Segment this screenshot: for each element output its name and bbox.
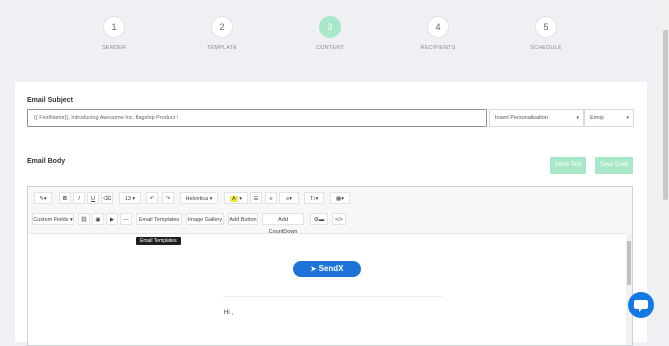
table-icon[interactable]: ▦▾ bbox=[330, 192, 350, 204]
progress-stepper: 1 SENDER 2 TEMPLATE 3 CONTENT 4 RECIPIEN… bbox=[0, 0, 669, 60]
tooltip: Email Templates bbox=[136, 237, 181, 245]
font-family-value: Helvetica bbox=[185, 196, 209, 202]
image-gallery-button[interactable]: Image Gallery bbox=[186, 213, 224, 225]
eraser-icon[interactable]: ⌫ bbox=[101, 192, 113, 204]
page-scrollbar[interactable] bbox=[662, 0, 669, 324]
text-color-icon[interactable]: A ▾ bbox=[224, 192, 248, 204]
editor-scrollbar[interactable] bbox=[626, 233, 632, 345]
video-icon[interactable]: ▶ bbox=[106, 213, 118, 225]
step-number: 1 bbox=[103, 16, 125, 38]
step-label: SCHEDULE bbox=[530, 45, 562, 51]
step-number: 4 bbox=[427, 16, 449, 38]
greeting-text[interactable]: Hi , bbox=[224, 310, 233, 316]
editor-toolbar: ✎▾ B I U ⌫ 13 ▾ ↶ ↷ Helvetica ▾ A ▾ ☰ ≡ … bbox=[28, 187, 632, 235]
logo-arrow-icon: ➤ bbox=[310, 266, 317, 273]
content-card: Email Subject {{ FirstName}}, Introducin… bbox=[15, 82, 647, 346]
send-test-button[interactable]: Send Test bbox=[550, 157, 586, 174]
select-value: Insert Personalisation bbox=[495, 115, 548, 121]
step-content[interactable]: 3 CONTENT bbox=[290, 16, 370, 51]
emoji-select[interactable]: Emoji ▾ bbox=[584, 109, 634, 127]
step-label: TEMPLATE bbox=[206, 45, 238, 51]
italic-icon[interactable]: I bbox=[73, 192, 85, 204]
code-view-button[interactable]: </> bbox=[332, 213, 346, 225]
undo-icon[interactable]: ↶ bbox=[146, 192, 158, 204]
chat-bubble-icon bbox=[634, 300, 648, 312]
step-label: RECIPIENTS bbox=[420, 45, 456, 51]
bulleted-list-icon[interactable]: ☰ bbox=[250, 192, 262, 204]
step-recipients[interactable]: 4 RECIPIENTS bbox=[398, 16, 478, 51]
custom-fields-label: Custom Fields bbox=[33, 217, 69, 223]
email-editor: ✎▾ B I U ⌫ 13 ▾ ↶ ↷ Helvetica ▾ A ▾ ☰ ≡ … bbox=[27, 186, 633, 346]
sendx-logo: ➤ SendX bbox=[293, 261, 361, 277]
underline-icon[interactable]: U bbox=[87, 192, 99, 204]
step-sender[interactable]: 1 SENDER bbox=[74, 16, 154, 51]
step-number: 3 bbox=[319, 16, 341, 38]
font-size-value: 13 bbox=[124, 196, 131, 202]
email-subject-heading: Email Subject bbox=[27, 97, 73, 104]
bold-icon[interactable]: B bbox=[59, 192, 71, 204]
email-body-heading: Email Body bbox=[27, 158, 66, 165]
custom-fields-button[interactable]: Custom Fields ▾ bbox=[32, 213, 74, 225]
horizontal-rule-icon[interactable]: — bbox=[120, 213, 132, 225]
add-countdown-button[interactable]: Add CountDown bbox=[262, 213, 304, 235]
step-label: CONTENT bbox=[316, 45, 344, 51]
redo-icon[interactable]: ↷ bbox=[162, 192, 174, 204]
caret-down-icon: ▾ bbox=[626, 115, 629, 121]
insert-personalisation-select[interactable]: Insert Personalisation ▾ bbox=[489, 109, 584, 127]
image-icon[interactable]: ▣ bbox=[92, 213, 104, 225]
caret-down-icon: ▾ bbox=[576, 115, 579, 121]
scrollbar-thumb[interactable] bbox=[663, 30, 668, 200]
font-size-select[interactable]: 13 ▾ bbox=[119, 192, 141, 204]
step-template[interactable]: 2 TEMPLATE bbox=[182, 16, 262, 51]
font-family-select[interactable]: Helvetica ▾ bbox=[180, 192, 218, 204]
step-number: 2 bbox=[211, 16, 233, 38]
chat-widget-button[interactable] bbox=[628, 292, 654, 318]
step-number: 5 bbox=[535, 16, 557, 38]
magic-wand-icon[interactable]: ✎▾ bbox=[34, 192, 52, 204]
text-height-icon[interactable]: T↕▾ bbox=[304, 192, 324, 204]
save-draft-button[interactable]: Save Draft bbox=[595, 157, 633, 174]
step-schedule[interactable]: 5 SCHEDULE bbox=[506, 16, 586, 51]
select-value: Emoji bbox=[590, 115, 604, 121]
subject-input[interactable]: {{ FirstName}}, Introducing Awesome Inc.… bbox=[27, 109, 487, 127]
more-options-icon[interactable]: ⚙▬ bbox=[310, 213, 328, 225]
add-button-button[interactable]: Add Button bbox=[228, 213, 258, 225]
link-icon[interactable]: ⛓ bbox=[78, 213, 90, 225]
email-templates-button[interactable]: Email Templates bbox=[136, 213, 182, 225]
numbered-list-icon[interactable]: ≡ bbox=[265, 192, 277, 204]
scrollbar-thumb[interactable] bbox=[627, 241, 631, 285]
logo-text: SendX bbox=[318, 264, 344, 273]
align-icon[interactable]: ≡▾ bbox=[279, 192, 299, 204]
step-label: SENDER bbox=[101, 45, 127, 51]
divider bbox=[223, 296, 443, 297]
